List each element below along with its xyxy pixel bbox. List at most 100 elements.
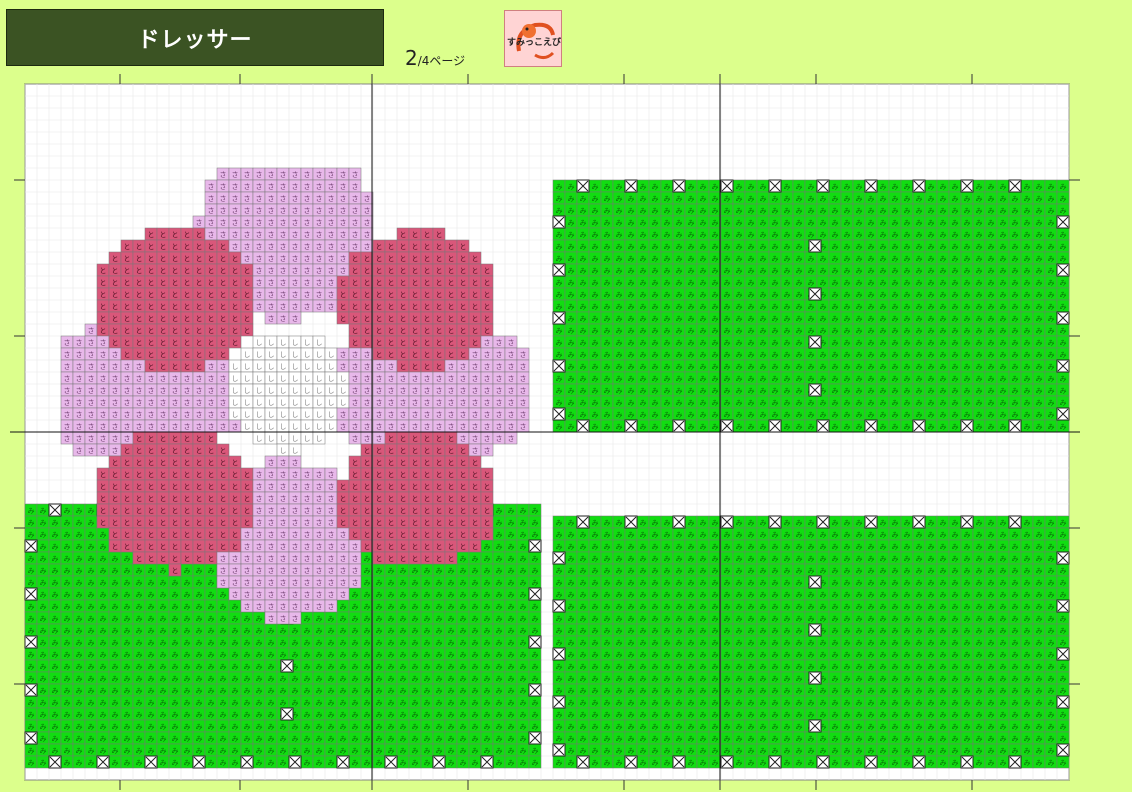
- stitch-symbol: み: [604, 183, 611, 191]
- stitch-symbol: み: [628, 231, 635, 239]
- stitch-symbol: み: [676, 579, 683, 587]
- stitch-symbol: み: [1024, 663, 1031, 671]
- stitch-symbol: み: [832, 315, 839, 323]
- stitch-symbol: み: [424, 567, 431, 575]
- stitch-symbol: み: [460, 663, 467, 671]
- stitch-symbol: み: [520, 651, 527, 659]
- stitch-symbol: み: [916, 603, 923, 611]
- stitch-symbol: み: [232, 687, 239, 695]
- stitch-symbol: み: [1036, 555, 1043, 563]
- stitch-symbol: み: [832, 339, 839, 347]
- stitch-symbol: み: [508, 759, 515, 767]
- stitch-symbol: み: [1024, 267, 1031, 275]
- stitch-symbol: み: [664, 255, 671, 263]
- stitch-symbol: み: [820, 687, 827, 695]
- stitch-symbol: み: [940, 375, 947, 383]
- stitch-symbol: み: [628, 243, 635, 251]
- stitch-symbol: み: [604, 519, 611, 527]
- stitch-symbol: み: [700, 267, 707, 275]
- stitch-symbol: み: [124, 699, 131, 707]
- stitch-symbol: み: [328, 663, 335, 671]
- stitch-symbol: み: [1012, 555, 1019, 563]
- stitch-symbol: み: [712, 267, 719, 275]
- stitch-symbol: み: [1024, 423, 1031, 431]
- stitch-symbol: み: [880, 375, 887, 383]
- stitch-symbol: み: [1060, 423, 1067, 431]
- stitch-symbol: み: [880, 255, 887, 263]
- stitch-symbol: み: [640, 327, 647, 335]
- stitch-symbol: み: [688, 639, 695, 647]
- stitch-symbol: み: [244, 747, 251, 755]
- stitch-symbol: み: [796, 519, 803, 527]
- stitch-symbol: み: [628, 555, 635, 563]
- stitch-symbol: み: [892, 423, 899, 431]
- stitch-symbol: み: [580, 603, 587, 611]
- stitch-symbol: み: [40, 591, 47, 599]
- stitch-symbol: み: [784, 375, 791, 383]
- stitch-symbol: み: [580, 363, 587, 371]
- stitch-symbol: み: [760, 399, 767, 407]
- stitch-symbol: み: [832, 207, 839, 215]
- stitch-symbol: み: [904, 579, 911, 587]
- stitch-symbol: み: [832, 375, 839, 383]
- stitch-symbol: み: [844, 531, 851, 539]
- stitch-symbol: み: [916, 195, 923, 203]
- stitch-symbol: み: [460, 735, 467, 743]
- stitch-symbol: み: [880, 543, 887, 551]
- stitch-symbol: み: [760, 243, 767, 251]
- stitch-symbol: み: [976, 531, 983, 539]
- stitch-symbol: み: [64, 567, 71, 575]
- stitch-symbol: み: [520, 723, 527, 731]
- stitch-symbol: み: [592, 327, 599, 335]
- stitch-symbol: み: [616, 195, 623, 203]
- stitch-symbol: み: [136, 759, 143, 767]
- stitch-symbol: み: [40, 615, 47, 623]
- stitch-symbol: み: [448, 723, 455, 731]
- stitch-symbol: み: [904, 663, 911, 671]
- stitch-symbol: み: [808, 567, 815, 575]
- stitch-symbol: み: [868, 243, 875, 251]
- stitch-symbol: み: [820, 327, 827, 335]
- stitch-symbol: み: [880, 555, 887, 563]
- stitch-symbol: み: [832, 387, 839, 395]
- stitch-symbol: み: [388, 675, 395, 683]
- stitch-symbol: み: [520, 615, 527, 623]
- stitch-symbol: み: [376, 651, 383, 659]
- stitch-symbol: み: [616, 255, 623, 263]
- stitch-symbol: み: [472, 663, 479, 671]
- stitch-symbol: み: [388, 723, 395, 731]
- stitch-symbol: み: [616, 243, 623, 251]
- stitch-symbol: み: [28, 627, 35, 635]
- stitch-symbol: み: [40, 663, 47, 671]
- stitch-symbol: み: [940, 675, 947, 683]
- stitch-symbol: み: [232, 675, 239, 683]
- stitch-symbol: み: [424, 627, 431, 635]
- stitch-symbol: み: [460, 555, 467, 563]
- stitch-symbol: み: [28, 759, 35, 767]
- stitch-symbol: み: [592, 399, 599, 407]
- stitch-symbol: み: [316, 723, 323, 731]
- stitch-symbol: み: [808, 615, 815, 623]
- stitch-symbol: み: [832, 531, 839, 539]
- stitch-symbol: み: [28, 603, 35, 611]
- stitch-symbol: み: [616, 315, 623, 323]
- stitch-symbol: み: [1000, 183, 1007, 191]
- stitch-symbol: み: [124, 711, 131, 719]
- stitch-symbol: み: [988, 519, 995, 527]
- stitch-symbol: み: [424, 675, 431, 683]
- stitch-symbol: み: [28, 711, 35, 719]
- stitch-symbol: み: [508, 747, 515, 755]
- stitch-symbol: み: [1000, 411, 1007, 419]
- stitch-symbol: み: [136, 579, 143, 587]
- stitch-symbol: み: [184, 651, 191, 659]
- stitch-symbol: み: [676, 639, 683, 647]
- stitch-symbol: み: [1048, 231, 1055, 239]
- stitch-symbol: み: [1012, 687, 1019, 695]
- stitch-symbol: み: [664, 591, 671, 599]
- stitch-symbol: み: [952, 387, 959, 395]
- stitch-symbol: み: [784, 579, 791, 587]
- stitch-symbol: み: [232, 759, 239, 767]
- stitch-symbol: み: [772, 591, 779, 599]
- stitch-symbol: み: [616, 639, 623, 647]
- stitch-symbol: み: [376, 603, 383, 611]
